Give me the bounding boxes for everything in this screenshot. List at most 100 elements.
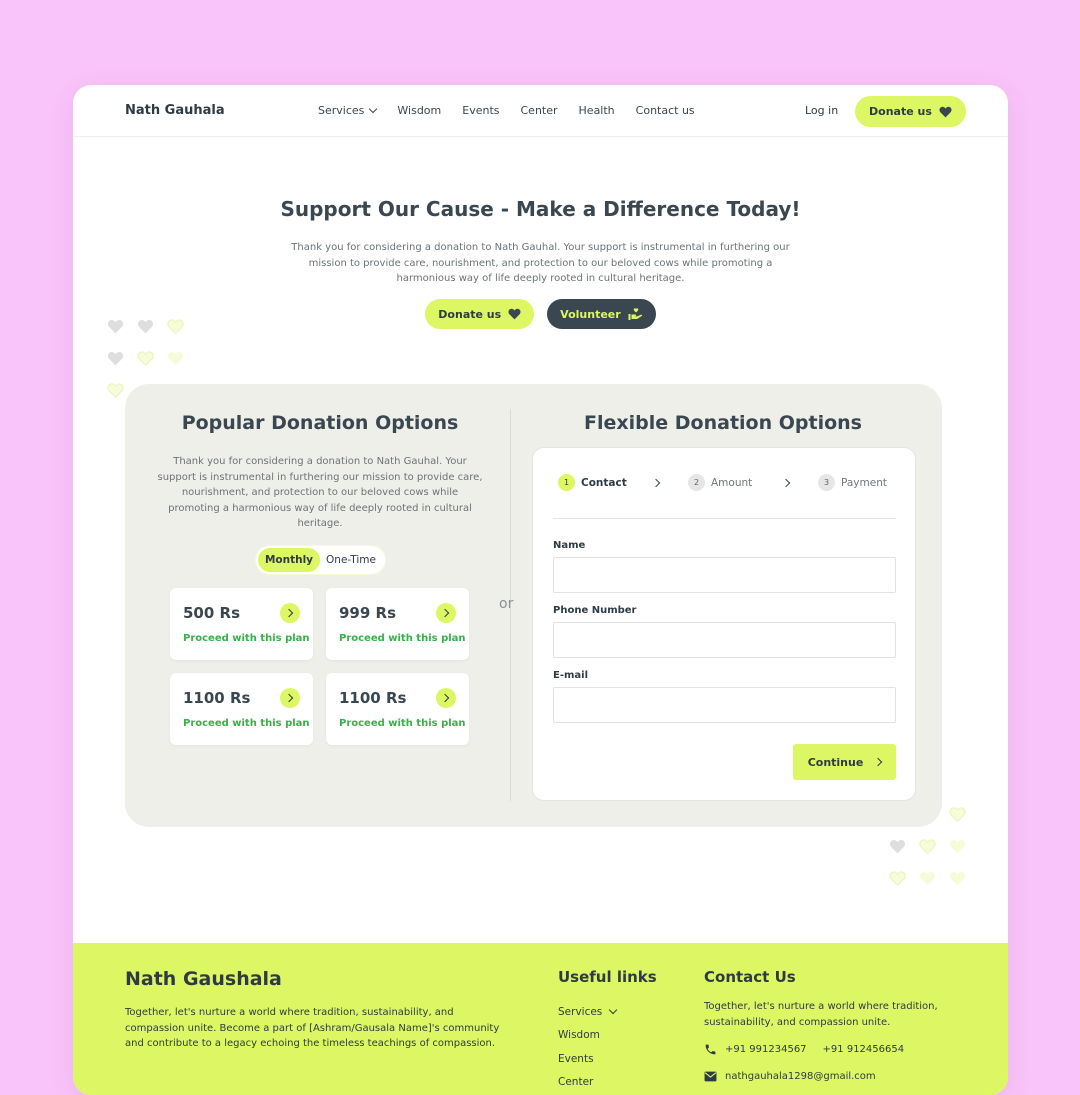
plan-amount: 1100 Rs xyxy=(183,689,251,707)
step-contact[interactable]: 1 Contact xyxy=(558,474,627,491)
plan-card[interactable]: 500 Rs Proceed with this plan xyxy=(170,588,313,660)
footer-link-services[interactable]: Services xyxy=(558,1000,618,1024)
email-address[interactable]: nathgauhala1298@gmail.com xyxy=(725,1071,876,1082)
step-label: Contact xyxy=(581,476,627,489)
decorative-heart-icon xyxy=(107,319,124,334)
useful-links-title: Useful links xyxy=(558,968,657,986)
step-number: 3 xyxy=(818,474,835,491)
decorative-heart-icon xyxy=(889,839,906,854)
arrow-right-icon[interactable] xyxy=(436,688,456,708)
continue-button[interactable]: Continue xyxy=(793,744,896,780)
arrow-right-icon[interactable] xyxy=(280,688,300,708)
nav-item-contact[interactable]: Contact us xyxy=(636,104,695,117)
hero-description: Thank you for considering a donation to … xyxy=(291,242,790,284)
name-field[interactable] xyxy=(553,557,896,593)
footer-link-label: Events xyxy=(558,1052,594,1065)
plan-proceed-link[interactable]: Proceed with this plan xyxy=(183,633,310,644)
nav-item-label: Health xyxy=(578,104,615,117)
chevron-right-icon xyxy=(874,757,883,767)
nav-donate-button[interactable]: Donate us xyxy=(855,96,966,127)
phone-label: Phone Number xyxy=(553,605,637,616)
decorative-heart-icon xyxy=(167,351,184,366)
volunteer-button[interactable]: Volunteer xyxy=(547,299,656,329)
plan-grid: 500 Rs Proceed with this plan 999 Rs Pro… xyxy=(170,588,469,745)
step-label: Payment xyxy=(841,476,887,489)
donation-form-card: 1 Contact 2 Amount 3 Payment Name Phone … xyxy=(532,447,916,801)
nav-item-health[interactable]: Health xyxy=(579,104,615,117)
footer-link-wisdom[interactable]: Wisdom xyxy=(558,1024,616,1048)
email-label: E-mail xyxy=(553,670,589,681)
brand-logo[interactable]: Nath Gauhala xyxy=(125,103,225,118)
hero-donate-button[interactable]: Donate us xyxy=(425,299,535,329)
footer-link-events[interactable]: Events xyxy=(558,1047,616,1071)
nav-item-center[interactable]: Center xyxy=(521,104,558,117)
decorative-heart-icon xyxy=(137,319,154,334)
nav-item-services[interactable]: Services xyxy=(318,104,378,117)
contact-email: nathgauhala1298@gmail.com xyxy=(704,1071,876,1082)
stepper: 1 Contact 2 Amount 3 Payment xyxy=(558,474,898,492)
plan-proceed-link[interactable]: Proceed with this plan xyxy=(339,633,466,644)
nav-item-label: Services xyxy=(318,104,365,117)
contact-phones: +91 991234567 +91 912456654 xyxy=(704,1043,904,1056)
email-field[interactable] xyxy=(553,687,896,723)
footer-brand: Nath Gaushala xyxy=(125,968,282,990)
toggle-one-time[interactable]: One-Time xyxy=(320,548,382,572)
plan-proceed-link[interactable]: Proceed with this plan xyxy=(339,718,466,729)
footer-description: Together, let's nurture a world where tr… xyxy=(125,1007,500,1049)
chevron-right-icon xyxy=(651,478,661,488)
nav-item-label: Center xyxy=(520,104,558,117)
arrow-right-icon[interactable] xyxy=(436,603,456,623)
phone-number[interactable]: +91 912456654 xyxy=(823,1044,905,1055)
or-label: or xyxy=(499,596,514,612)
decorative-heart-icon xyxy=(949,839,966,854)
donation-panel: or Popular Donation Options Thank you fo… xyxy=(125,384,942,827)
phone-field[interactable] xyxy=(553,622,896,658)
decorative-heart-icon xyxy=(949,807,966,822)
donate-label: Donate us xyxy=(869,105,932,118)
plan-card[interactable]: 1100 Rs Proceed with this plan xyxy=(326,673,469,745)
plan-amount: 500 Rs xyxy=(183,604,241,622)
plan-amount: 1100 Rs xyxy=(339,689,407,707)
decorative-heart-icon xyxy=(107,383,124,398)
name-label: Name xyxy=(553,540,586,551)
chevron-right-icon xyxy=(781,478,791,488)
footer-link-label: Center xyxy=(558,1076,594,1089)
popular-options-description: Thank you for considering a donation to … xyxy=(157,456,483,529)
plan-card[interactable]: 1100 Rs Proceed with this plan xyxy=(170,673,313,745)
volunteer-label: Volunteer xyxy=(560,307,621,321)
continue-label: Continue xyxy=(807,755,864,769)
login-link[interactable]: Log in xyxy=(805,104,838,117)
nav-item-label: Contact us xyxy=(635,104,695,117)
plan-card[interactable]: 999 Rs Proceed with this plan xyxy=(326,588,469,660)
hero-actions: Donate us Volunteer xyxy=(73,299,1008,329)
nav-item-events[interactable]: Events xyxy=(462,104,499,117)
nav-item-label: Events xyxy=(462,104,500,117)
step-number: 1 xyxy=(558,474,575,491)
plan-proceed-link[interactable]: Proceed with this plan xyxy=(183,718,310,729)
decorative-heart-icon xyxy=(919,871,936,886)
step-number: 2 xyxy=(688,474,705,491)
arrow-right-icon[interactable] xyxy=(280,603,300,623)
hero-title: Support Our Cause - Make a Difference To… xyxy=(280,197,801,221)
volunteer-hand-icon xyxy=(628,307,642,320)
chevron-down-icon xyxy=(609,1006,618,1015)
top-nav: Nath Gauhala Services Wisdom Events Cent… xyxy=(73,85,1008,137)
mail-icon xyxy=(704,1071,717,1082)
chevron-down-icon xyxy=(369,104,378,114)
decorative-heart-icon xyxy=(107,351,124,366)
plan-amount: 999 Rs xyxy=(339,604,397,622)
decorative-heart-icon xyxy=(919,839,936,854)
contact-title: Contact Us xyxy=(704,968,796,986)
phone-number[interactable]: +91 991234567 xyxy=(725,1044,807,1055)
footer-link-label: Services xyxy=(558,1005,603,1018)
toggle-monthly[interactable]: Monthly xyxy=(258,548,320,572)
step-payment[interactable]: 3 Payment xyxy=(818,474,887,491)
decorative-heart-icon xyxy=(167,319,184,334)
footer-link-center[interactable]: Center xyxy=(558,1071,616,1095)
step-amount[interactable]: 2 Amount xyxy=(688,474,752,491)
decorative-heart-icon xyxy=(889,871,906,886)
billing-toggle: Monthly One-Time xyxy=(255,545,386,575)
contact-description: Together, let's nurture a world where tr… xyxy=(704,1001,938,1028)
heart-icon xyxy=(939,106,952,117)
nav-item-wisdom[interactable]: Wisdom xyxy=(397,104,441,117)
